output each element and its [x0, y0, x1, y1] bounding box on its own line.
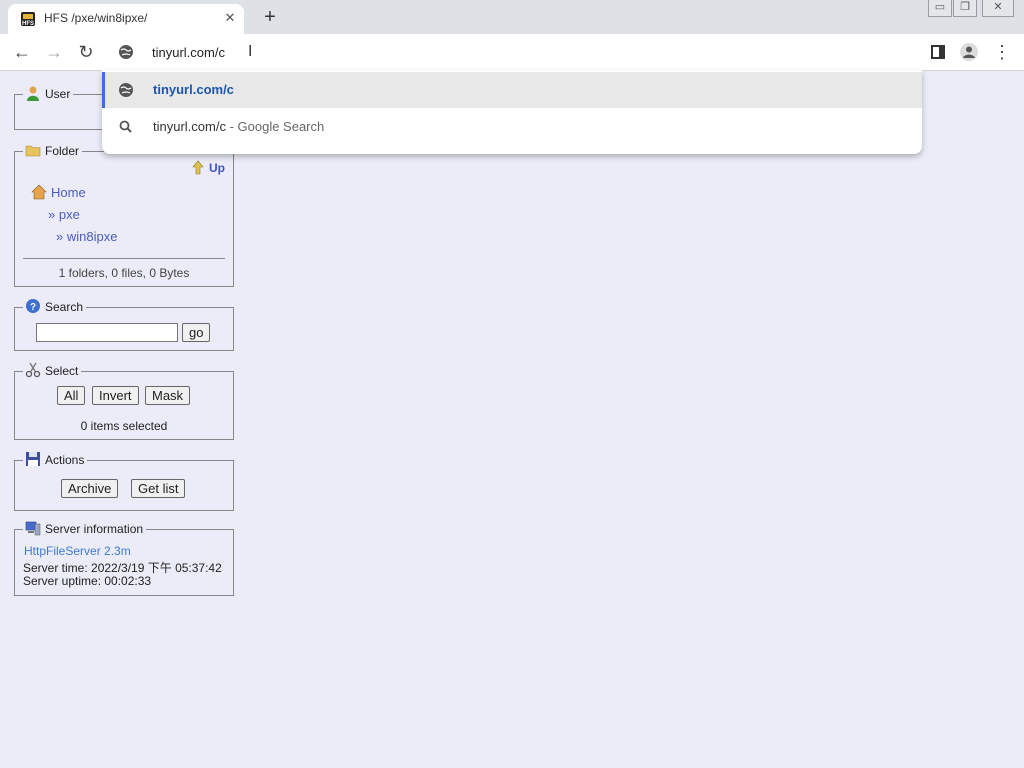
server-computer-icon [25, 521, 41, 536]
select-panel-title: Select [23, 362, 82, 378]
up-arrow-icon [192, 160, 204, 175]
folder-stats: 1 folders, 0 files, 0 Bytes [58, 266, 190, 280]
folder-icon [25, 145, 41, 157]
svg-text:HFS: HFS [22, 21, 34, 27]
tab-hfs[interactable]: HFS HFS /pxe/win8ipxe/ ✕ [8, 4, 244, 34]
select-panel: Select All Invert Mask 0 items selected [14, 362, 234, 440]
profile-avatar-icon[interactable] [957, 40, 981, 64]
up-link[interactable]: Up [190, 160, 225, 176]
actions-panel: Actions Archive Get list [14, 451, 234, 511]
actions-panel-title: Actions [23, 451, 88, 467]
svg-text:?: ? [30, 302, 36, 313]
tab-strip: HFS HFS /pxe/win8ipxe/ ✕ + ▭ ❐ ✕ [0, 0, 1024, 34]
window-close-button[interactable]: ✕ [982, 0, 1014, 17]
globe-icon [119, 45, 133, 59]
server-info-panel-title: Server information [23, 520, 147, 536]
scissors-icon [25, 362, 41, 378]
browser-menu-button[interactable]: ⋮ [990, 40, 1014, 64]
search-input[interactable] [36, 323, 178, 342]
reload-button[interactable]: ↻ [74, 40, 98, 64]
server-uptime: Server uptime: 00:02:33 [23, 574, 152, 588]
invert-selection-button[interactable]: Invert [92, 386, 139, 405]
search-panel: ? Search go [14, 298, 234, 351]
get-list-button[interactable]: Get list [131, 479, 186, 498]
user-panel-title: User [23, 85, 74, 101]
home-icon [31, 184, 47, 200]
forward-button[interactable]: → [42, 40, 66, 64]
restore-button[interactable]: ❐ [953, 0, 977, 17]
breadcrumb-win8ipxe[interactable]: » win8ipxe [56, 229, 117, 244]
archive-button[interactable]: Archive [61, 479, 119, 498]
tab-title: HFS /pxe/win8ipxe/ [44, 11, 148, 25]
suggestion-url[interactable]: tinyurl.com/c [102, 72, 922, 108]
selection-count: 0 items selected [80, 419, 168, 433]
back-button[interactable]: ← [10, 40, 34, 64]
user-icon [27, 86, 39, 101]
folder-panel-title: Folder [23, 142, 83, 158]
side-panel-icon[interactable] [926, 40, 950, 64]
server-version-link[interactable]: HttpFileServer 2.3m [24, 544, 131, 558]
tab-close-icon[interactable]: ✕ [222, 10, 238, 26]
globe-icon [119, 83, 133, 97]
select-all-button[interactable]: All [57, 386, 86, 405]
omnibox-suggestions: tinyurl.com/c tinyurl.com/c - Google Sea… [102, 70, 922, 154]
search-icon [119, 120, 132, 133]
hfs-favicon-icon: HFS [21, 12, 35, 27]
floppy-disk-icon [26, 452, 40, 466]
text-cursor-icon: I [248, 43, 253, 60]
folder-divider [23, 258, 225, 259]
suggestion-text: tinyurl.com/c - Google Search [153, 119, 325, 134]
mask-button[interactable]: Mask [145, 386, 191, 405]
help-icon: ? [26, 299, 40, 313]
folder-panel: Folder Up Home » pxe » win8ipxe 1 folder… [14, 142, 234, 287]
breadcrumb-home[interactable]: Home [31, 184, 86, 200]
suggestion-text: tinyurl.com/c [153, 82, 234, 97]
address-bar[interactable]: I [102, 34, 922, 70]
server-info-panel: Server information HttpFileServer 2.3m S… [14, 520, 234, 596]
url-input[interactable] [152, 42, 752, 62]
suggestion-search[interactable]: tinyurl.com/c - Google Search [102, 109, 922, 145]
search-go-button[interactable]: go [182, 323, 211, 342]
new-tab-button[interactable]: + [259, 6, 281, 28]
minimize-button[interactable]: ▭ [928, 0, 952, 17]
breadcrumb-pxe[interactable]: » pxe [48, 207, 80, 222]
search-panel-title: ? Search [23, 298, 87, 314]
